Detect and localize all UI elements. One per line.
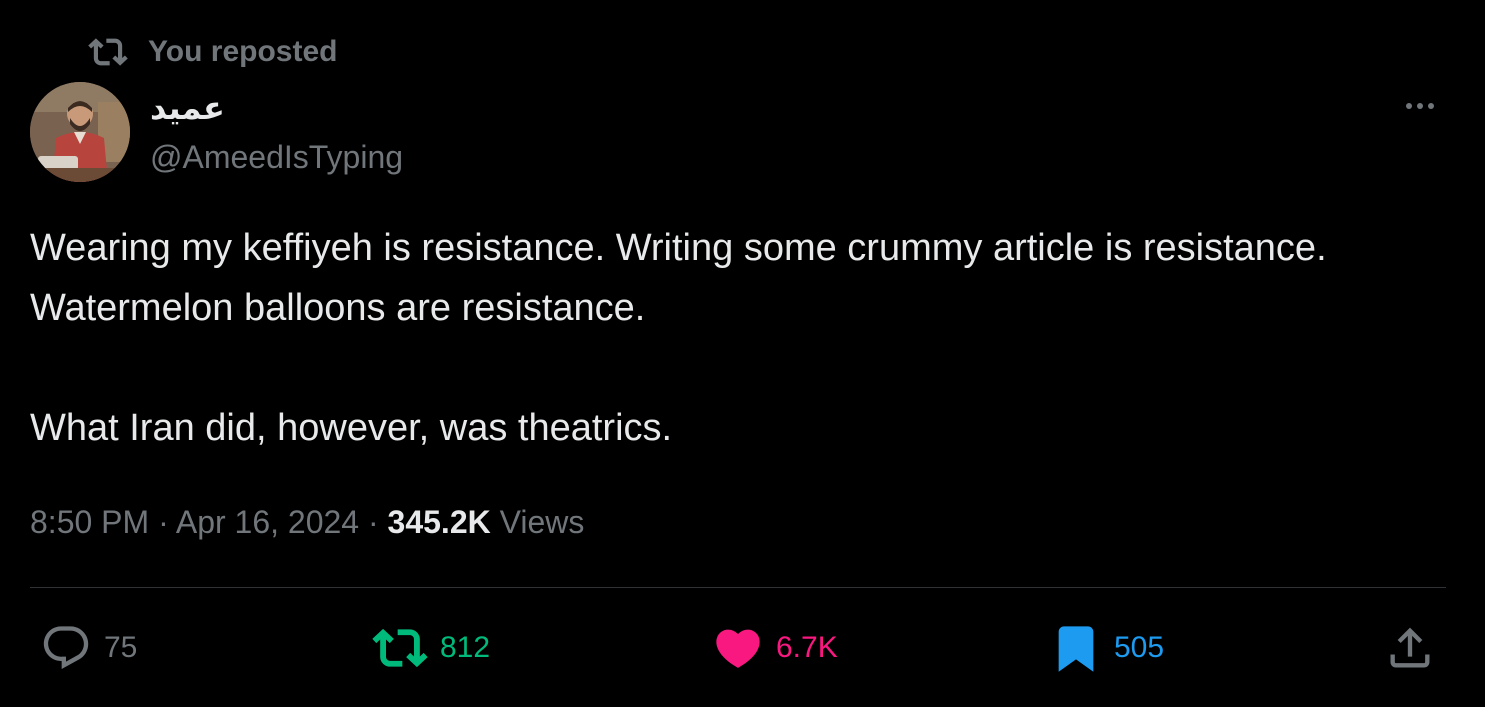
views-count: 345.2K — [387, 504, 491, 540]
meta-separator: · — [158, 504, 169, 540]
more-button[interactable] — [1396, 86, 1444, 126]
bookmark-button[interactable]: 505 — [1050, 620, 1164, 676]
like-button[interactable]: 6.7K — [712, 620, 838, 676]
bookmark-icon — [1050, 620, 1102, 676]
author-handle[interactable]: @AmeedIsTyping — [150, 136, 403, 178]
repost-banner-label: You reposted — [148, 35, 338, 68]
share-button[interactable] — [1384, 620, 1436, 676]
views-label: Views — [499, 504, 585, 540]
share-icon — [1384, 622, 1436, 674]
repost-icon — [372, 620, 428, 676]
tweet-date[interactable]: Apr 16, 2024 — [176, 504, 359, 540]
avatar[interactable] — [30, 82, 130, 182]
repost-icon — [88, 32, 128, 72]
repost-button[interactable]: 812 — [372, 620, 490, 676]
meta-separator: · — [367, 504, 379, 540]
tweet-text: Wearing my keffiyeh is resistance. Writi… — [30, 218, 1430, 458]
tweet-paragraph: What Iran did, however, was theatrics. — [30, 407, 673, 449]
repost-count: 812 — [440, 631, 491, 664]
reply-icon — [40, 622, 92, 674]
more-icon — [1400, 86, 1440, 126]
bookmark-count: 505 — [1114, 631, 1165, 664]
reply-button[interactable]: 75 — [40, 620, 137, 676]
tweet-time[interactable]: 8:50 PM — [30, 504, 149, 540]
tweet-paragraph: Wearing my keffiyeh is resistance. Writi… — [30, 227, 1327, 329]
heart-icon — [712, 622, 764, 674]
like-count: 6.7K — [776, 631, 838, 664]
author-display-name[interactable]: عميد — [150, 88, 225, 128]
tweet-meta: 8:50 PM · Apr 16, 2024 · 345.2K Views — [30, 500, 584, 544]
repost-banner: You reposted — [88, 30, 337, 74]
divider — [30, 587, 1446, 588]
reply-count: 75 — [104, 631, 138, 664]
